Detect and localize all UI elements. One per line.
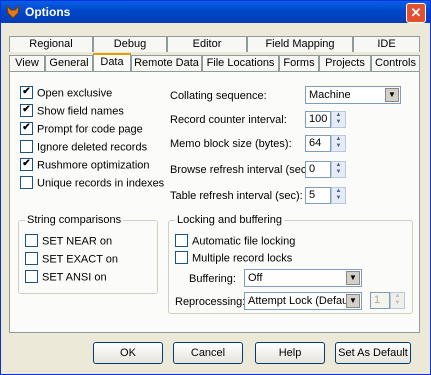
spin-down-icon: ▼: [335, 169, 342, 175]
tab-row-front: View General Data Remote Data File Locat…: [9, 53, 420, 72]
unchecked-box-icon: [25, 252, 38, 265]
rushmore-checkbox[interactable]: ✔ Rushmore optimization: [20, 158, 150, 173]
tab-data[interactable]: Data: [93, 53, 131, 72]
tab-field-mapping[interactable]: Field Mapping: [247, 36, 353, 52]
data-tab-panel: ✔ Open exclusive ✔ Show field names ✔ Promp…: [9, 71, 420, 333]
tab-file-locations[interactable]: File Locations: [202, 55, 279, 71]
table-spinner[interactable]: ▲ ▼: [331, 187, 346, 204]
unchecked-box-icon: [20, 176, 33, 189]
ignore-deleted-checkbox[interactable]: Ignore deleted records: [20, 140, 147, 155]
show-field-names-checkbox[interactable]: ✔ Show field names: [20, 104, 124, 119]
chevron-down-icon: ▼: [346, 294, 360, 308]
unique-records-checkbox[interactable]: Unique records in indexes: [20, 176, 164, 191]
title-bar[interactable]: Options ✕: [1, 1, 430, 23]
cancel-button[interactable]: Cancel: [173, 342, 243, 364]
memo-label: Memo block size (bytes):: [170, 138, 292, 150]
record-counter-label: Record counter interval:: [170, 114, 287, 126]
table-label: Table refresh interval (sec):: [170, 190, 303, 202]
spin-down-icon: ▼: [394, 300, 401, 306]
spin-down-icon: ▼: [335, 195, 342, 201]
buffering-select[interactable]: Off ▼: [244, 269, 362, 287]
reprocessing-count-input[interactable]: 1: [370, 292, 390, 309]
collating-select[interactable]: Machine ▼: [305, 86, 401, 104]
set-ansi-checkbox[interactable]: SET ANSI on: [25, 270, 107, 285]
collating-label: Collating sequence:: [170, 90, 267, 102]
unchecked-box-icon: [20, 140, 33, 153]
spin-up-icon: ▲: [335, 136, 342, 142]
checkmark-icon: ✔: [20, 104, 33, 117]
chevron-down-icon: ▼: [385, 88, 399, 102]
options-window: Options ✕ Regional Debug Editor Field Ma…: [0, 0, 431, 375]
record-counter-spinner[interactable]: ▲ ▼: [331, 111, 346, 128]
spin-up-icon: ▲: [394, 293, 401, 299]
set-near-checkbox[interactable]: SET NEAR on: [25, 234, 112, 249]
tab-debug[interactable]: Debug: [93, 36, 167, 52]
spin-up-icon: ▲: [335, 112, 342, 118]
browse-label: Browse refresh interval (sec):: [170, 164, 314, 176]
unchecked-box-icon: [175, 234, 188, 247]
reprocessing-select[interactable]: Attempt Lock (Default ▼: [244, 292, 362, 310]
memo-input[interactable]: 64: [305, 135, 331, 152]
spin-down-icon: ▼: [335, 143, 342, 149]
tab-controls[interactable]: Controls: [371, 55, 420, 71]
close-button[interactable]: ✕: [406, 3, 426, 23]
tab-view[interactable]: View: [9, 55, 45, 71]
checkmark-icon: ✔: [20, 122, 33, 135]
tab-projects[interactable]: Projects: [319, 55, 371, 71]
tab-remote-data[interactable]: Remote Data: [131, 55, 202, 71]
table-input[interactable]: 5: [305, 187, 331, 204]
auto-lock-checkbox[interactable]: Automatic file locking: [175, 234, 295, 249]
tab-forms[interactable]: Forms: [279, 55, 319, 71]
chevron-down-icon: ▼: [346, 271, 360, 285]
unchecked-box-icon: [175, 251, 188, 264]
set-as-default-button[interactable]: Set As Default: [335, 342, 411, 364]
checkmark-icon: ✔: [20, 158, 33, 171]
tab-general[interactable]: General: [45, 55, 93, 71]
string-comparisons-group: String comparisons SET NEAR on SET EXACT…: [18, 214, 158, 294]
unchecked-box-icon: [25, 270, 38, 283]
browse-input[interactable]: 0: [305, 161, 331, 178]
memo-spinner[interactable]: ▲ ▼: [331, 135, 346, 152]
tab-row-back: Regional Debug Editor Field Mapping IDE: [9, 36, 420, 53]
reprocessing-label: Reprocessing:: [175, 296, 246, 308]
locking-buffering-group: Locking and buffering Automatic file loc…: [168, 214, 413, 314]
open-exclusive-checkbox[interactable]: ✔ Open exclusive: [20, 86, 112, 101]
ok-button[interactable]: OK: [93, 342, 163, 364]
window-title: Options: [25, 5, 71, 19]
fox-app-icon: [6, 4, 20, 19]
checkmark-icon: ✔: [20, 86, 33, 99]
spin-up-icon: ▲: [335, 162, 342, 168]
reprocessing-spinner[interactable]: ▲ ▼: [390, 292, 405, 309]
tab-regional[interactable]: Regional: [9, 36, 93, 52]
tab-ide[interactable]: IDE: [353, 36, 420, 52]
multi-lock-checkbox[interactable]: Multiple record locks: [175, 251, 292, 266]
buffering-label: Buffering:: [189, 273, 236, 285]
prompt-code-page-checkbox[interactable]: ✔ Prompt for code page: [20, 122, 143, 137]
spin-up-icon: ▲: [335, 188, 342, 194]
group-title: String comparisons: [25, 214, 124, 226]
unchecked-box-icon: [25, 234, 38, 247]
group-title: Locking and buffering: [175, 214, 284, 226]
set-exact-checkbox[interactable]: SET EXACT on: [25, 252, 118, 267]
help-button[interactable]: Help: [255, 342, 325, 364]
spin-down-icon: ▼: [335, 119, 342, 125]
tab-editor[interactable]: Editor: [167, 36, 247, 52]
record-counter-input[interactable]: 100: [305, 111, 331, 128]
browse-spinner[interactable]: ▲ ▼: [331, 161, 346, 178]
